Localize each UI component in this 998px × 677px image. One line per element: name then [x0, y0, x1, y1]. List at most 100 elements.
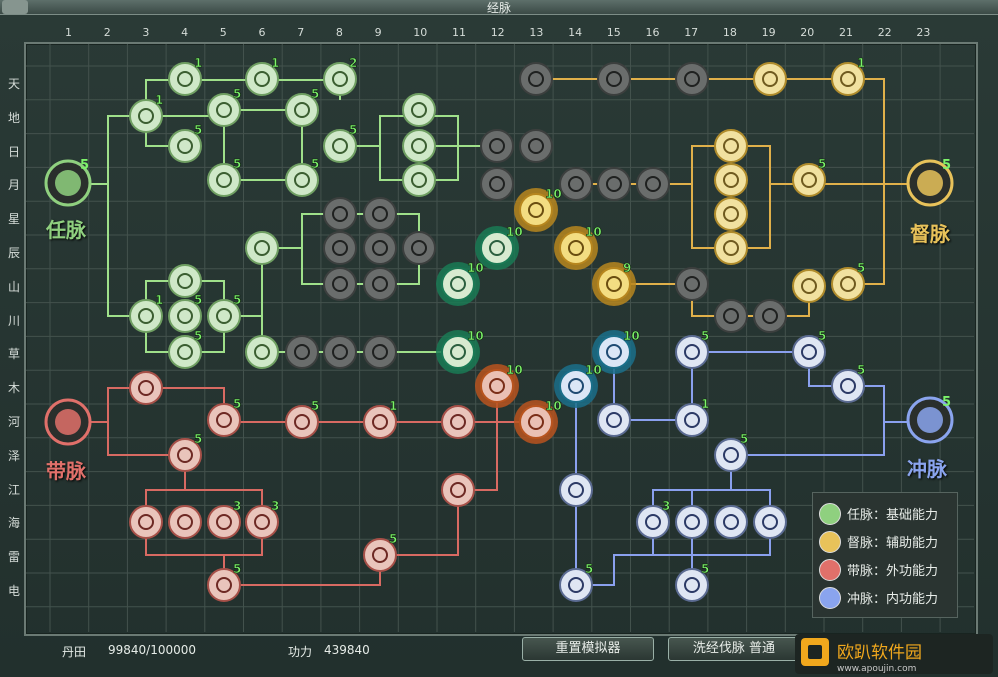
acupoint-node[interactable]: 1: [245, 56, 280, 96]
acupoint-node[interactable]: 10: [514, 187, 562, 232]
acupoint-node[interactable]: [363, 197, 397, 231]
acupoint-node[interactable]: [753, 299, 787, 333]
node-disc[interactable]: [129, 371, 163, 405]
acupoint-node[interactable]: [753, 62, 787, 96]
acupoint-node[interactable]: 5: [792, 329, 827, 369]
acupoint-node[interactable]: 1: [831, 56, 866, 96]
acupoint-node[interactable]: [129, 371, 163, 405]
acupoint-node[interactable]: [363, 335, 397, 369]
acupoint-node[interactable]: 10: [436, 329, 484, 374]
node-disc[interactable]: [714, 231, 748, 265]
acupoint-node[interactable]: [285, 335, 319, 369]
acupoint-node[interactable]: [168, 505, 202, 539]
acupoint-node[interactable]: 3: [207, 499, 242, 539]
acupoint-node[interactable]: [714, 129, 748, 163]
acupoint-node[interactable]: 5: [792, 157, 827, 197]
acupoint-node[interactable]: 10: [436, 261, 484, 306]
acupoint-node[interactable]: [559, 473, 593, 507]
acupoint-node[interactable]: 1: [168, 56, 203, 96]
node-disc[interactable]: [480, 167, 514, 201]
acupoint-node[interactable]: [402, 231, 436, 265]
node-disc[interactable]: [714, 197, 748, 231]
node-disc[interactable]: [480, 129, 514, 163]
acupoint-node[interactable]: [675, 505, 709, 539]
node-disc[interactable]: [129, 505, 163, 539]
node-disc[interactable]: [597, 167, 631, 201]
node-disc[interactable]: [363, 197, 397, 231]
acupoint-node[interactable]: [519, 62, 553, 96]
acupoint-node[interactable]: [792, 269, 826, 303]
acupoint-node[interactable]: 5: [168, 293, 203, 333]
acupoint-node[interactable]: [323, 197, 357, 231]
acupoint-node[interactable]: [480, 129, 514, 163]
acupoint-node[interactable]: 1: [363, 399, 398, 439]
acupoint-node[interactable]: [714, 299, 748, 333]
node-disc[interactable]: [714, 505, 748, 539]
node-disc[interactable]: [675, 267, 709, 301]
acupoint-node[interactable]: [675, 267, 709, 301]
acupoint-node[interactable]: 5: [285, 87, 320, 127]
node-disc[interactable]: [441, 405, 475, 439]
node-disc[interactable]: [402, 231, 436, 265]
acupoint-node[interactable]: [441, 405, 475, 439]
node-disc[interactable]: [168, 505, 202, 539]
acupoint-node[interactable]: 10: [514, 399, 562, 444]
acupoint-node[interactable]: 5: [363, 532, 398, 572]
dai-hub-icon[interactable]: [44, 398, 92, 446]
acupoint-node[interactable]: 5: [675, 329, 710, 369]
node-disc[interactable]: [753, 505, 787, 539]
node-disc[interactable]: [792, 269, 826, 303]
acupoint-node[interactable]: [753, 505, 787, 539]
acupoint-node[interactable]: [597, 167, 631, 201]
acupoint-node[interactable]: [402, 93, 436, 127]
acupoint-node[interactable]: 5: [168, 329, 203, 369]
node-disc[interactable]: [559, 473, 593, 507]
node-disc[interactable]: [402, 163, 436, 197]
acupoint-node[interactable]: [675, 62, 709, 96]
acupoint-node[interactable]: [714, 163, 748, 197]
acupoint-node[interactable]: [441, 473, 475, 507]
acupoint-node[interactable]: 10: [554, 225, 602, 270]
node-disc[interactable]: [363, 267, 397, 301]
node-disc[interactable]: [441, 473, 475, 507]
acupoint-node[interactable]: 5: [168, 123, 203, 163]
node-disc[interactable]: [363, 335, 397, 369]
acupoint-node[interactable]: 9: [592, 261, 636, 306]
wash-meridian-button[interactable]: 洗经伐脉 普通: [668, 637, 800, 661]
acupoint-node[interactable]: [480, 167, 514, 201]
acupoint-node[interactable]: [363, 231, 397, 265]
node-disc[interactable]: [402, 93, 436, 127]
acupoint-node[interactable]: [402, 163, 436, 197]
acupoint-node[interactable]: [363, 267, 397, 301]
node-disc[interactable]: [714, 163, 748, 197]
acupoint-node[interactable]: 10: [475, 225, 523, 270]
acupoint-node[interactable]: 5: [207, 87, 242, 127]
acupoint-node[interactable]: [245, 231, 279, 265]
node-disc[interactable]: [323, 335, 357, 369]
node-disc[interactable]: [753, 299, 787, 333]
node-disc[interactable]: [714, 299, 748, 333]
node-disc[interactable]: [636, 167, 670, 201]
acupoint-node[interactable]: [245, 335, 279, 369]
node-disc[interactable]: [597, 62, 631, 96]
acupoint-node[interactable]: [402, 129, 436, 163]
acupoint-node[interactable]: 5: [285, 399, 320, 439]
node-disc[interactable]: [285, 335, 319, 369]
node-disc[interactable]: [245, 335, 279, 369]
acupoint-node[interactable]: 5: [831, 363, 866, 403]
acupoint-node[interactable]: [129, 505, 163, 539]
reset-simulator-button[interactable]: 重置模拟器: [522, 637, 654, 661]
node-disc[interactable]: [714, 129, 748, 163]
ren-hub-icon[interactable]: 5: [44, 158, 92, 207]
acupoint-node[interactable]: [597, 62, 631, 96]
acupoint-node[interactable]: [714, 197, 748, 231]
acupoint-node[interactable]: [559, 167, 593, 201]
acupoint-node[interactable]: [323, 335, 357, 369]
acupoint-node[interactable]: [323, 267, 357, 301]
acupoint-node[interactable]: 2: [323, 56, 358, 96]
acupoint-node[interactable]: [636, 167, 670, 201]
acupoint-node[interactable]: 5: [831, 261, 866, 301]
acupoint-node[interactable]: [714, 505, 748, 539]
chong-hub-icon[interactable]: 5: [906, 395, 954, 444]
acupoint-node[interactable]: [519, 129, 553, 163]
